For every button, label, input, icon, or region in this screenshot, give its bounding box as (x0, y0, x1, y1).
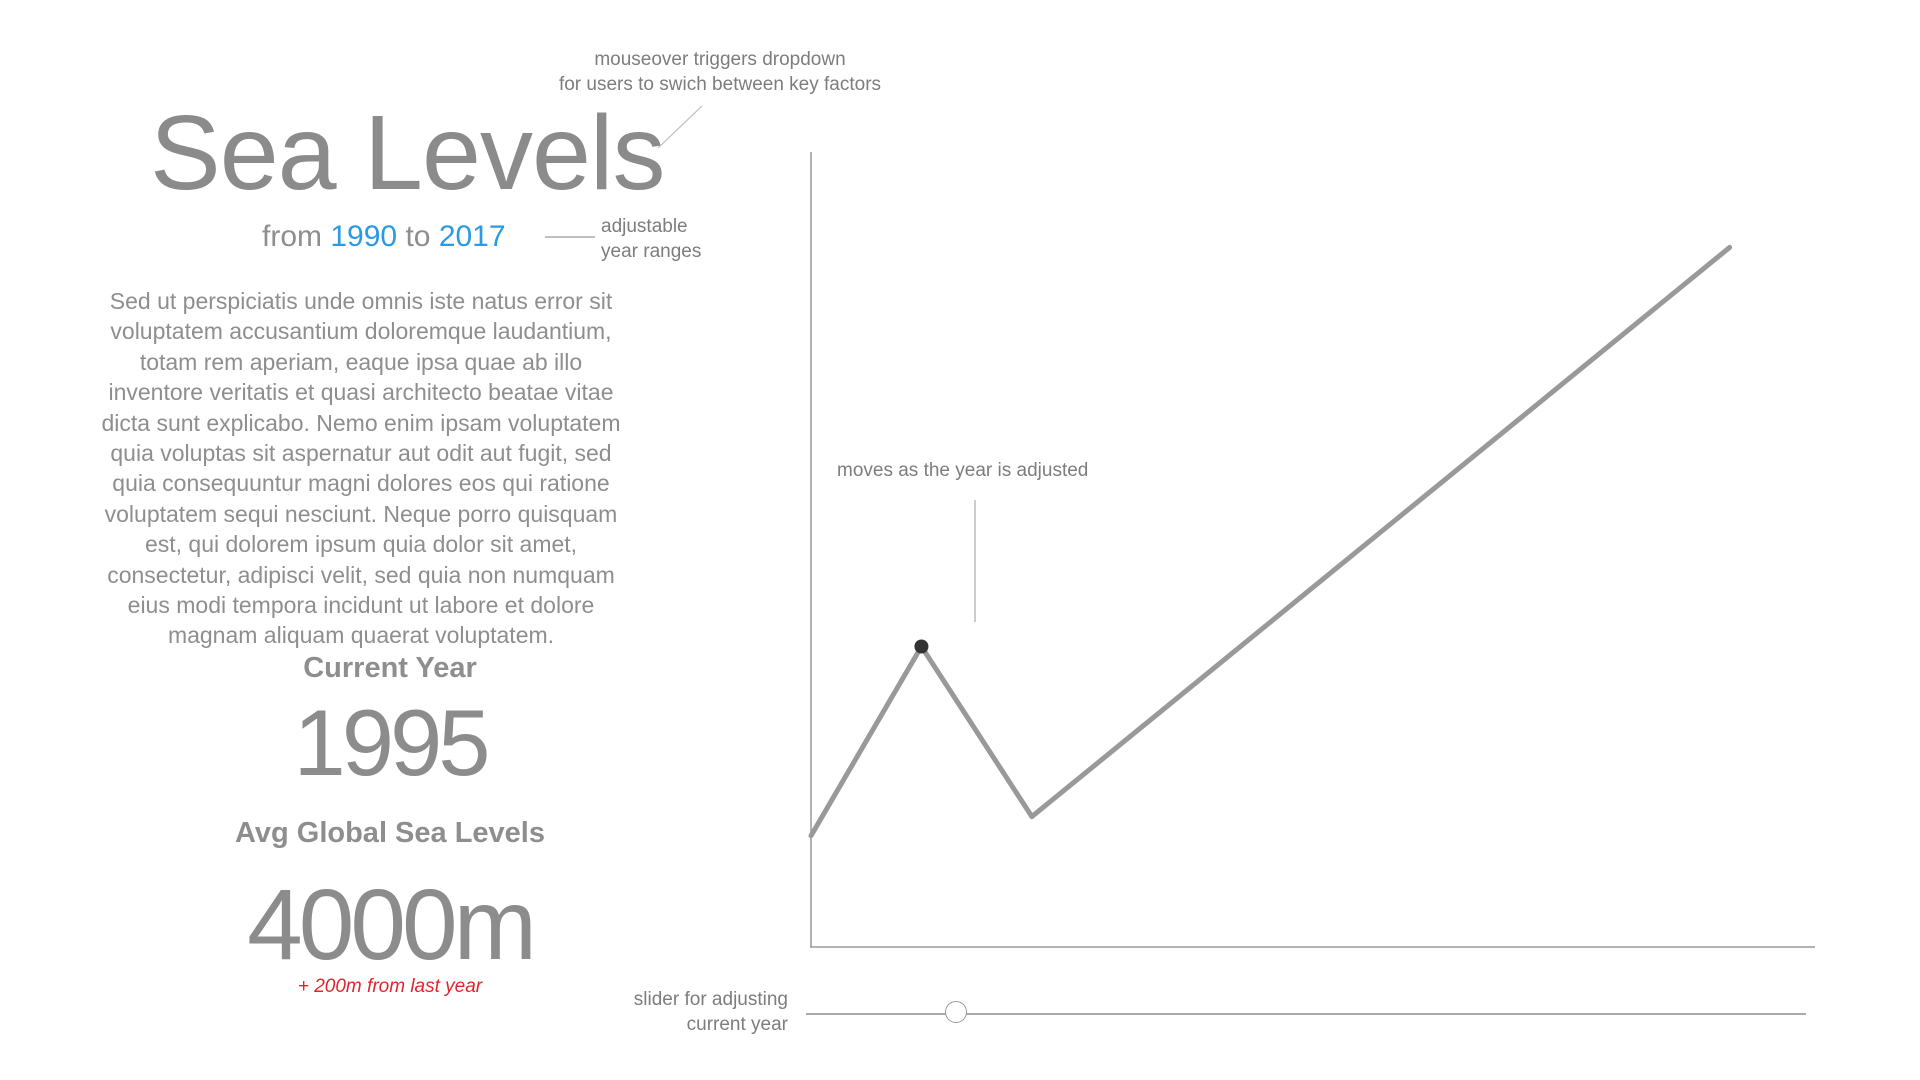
year-slider-handle[interactable] (945, 1001, 967, 1023)
current-year-marker[interactable] (914, 639, 929, 654)
line-segment (918, 643, 1035, 820)
line-series (808, 244, 1733, 839)
line-segment (808, 643, 924, 839)
line-segment (1029, 244, 1733, 820)
dropdown-leader-line (657, 105, 703, 149)
chart-svg (545, 105, 1815, 948)
